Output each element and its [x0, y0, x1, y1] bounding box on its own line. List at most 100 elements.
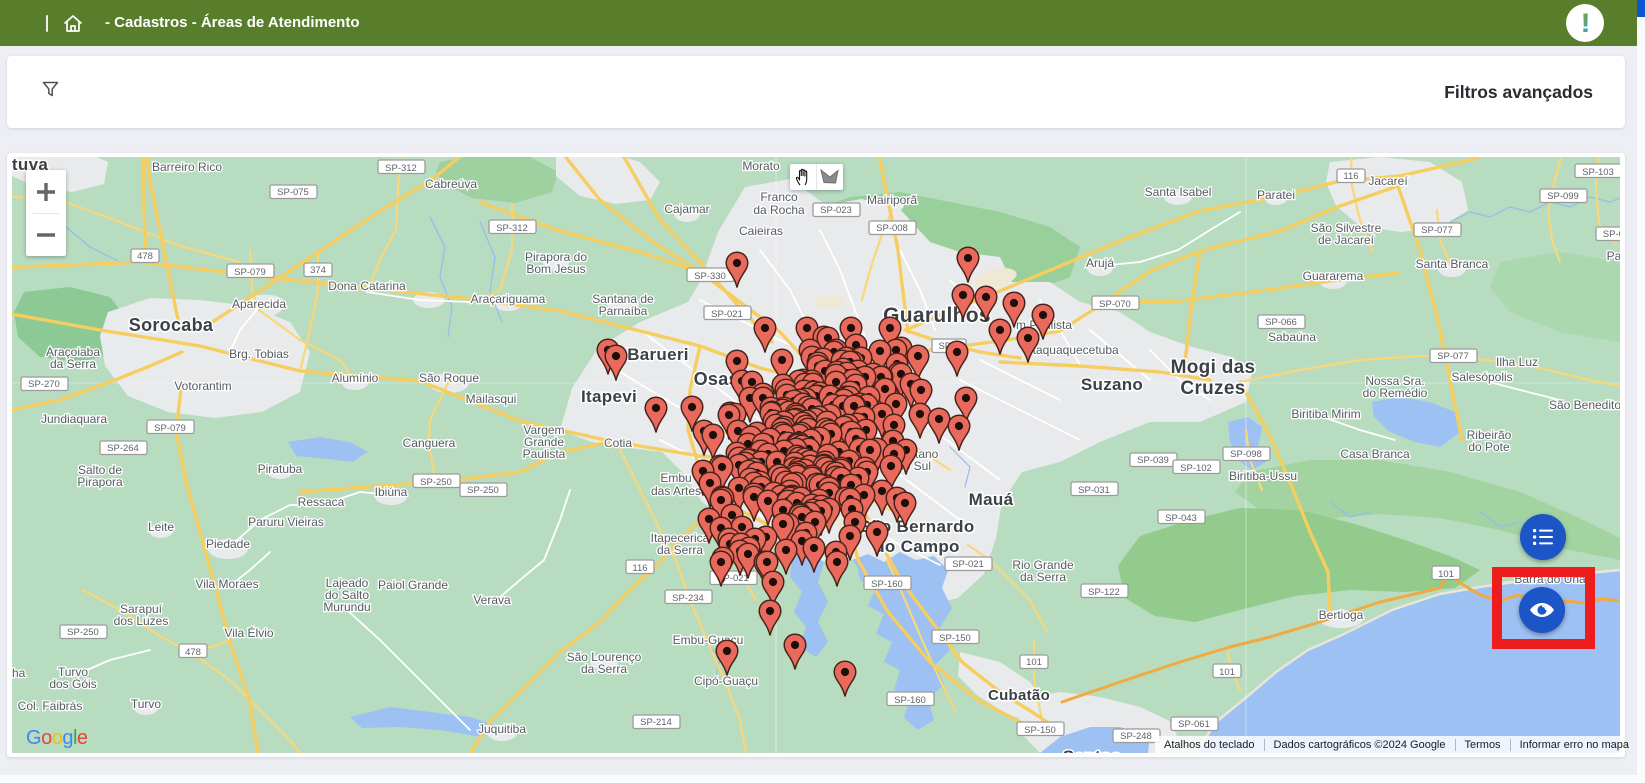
svg-text:Par: Par [1607, 249, 1620, 263]
svg-text:SP-214: SP-214 [640, 717, 672, 728]
svg-text:Turvo: Turvo [131, 697, 162, 711]
svg-text:Vila Élvio: Vila Élvio [224, 625, 273, 640]
svg-text:Bertioga: Bertioga [1319, 608, 1364, 622]
svg-text:Itapevi: Itapevi [581, 387, 637, 406]
svg-text:São Benedito: São Benedito [1549, 398, 1620, 412]
svg-text:Dona Catarina: Dona Catarina [328, 279, 406, 293]
svg-text:Mairiporã: Mairiporã [867, 193, 917, 207]
svg-text:Salesópolis: Salesópolis [1451, 370, 1512, 384]
svg-text:SP-312: SP-312 [496, 223, 528, 234]
svg-text:SP-150: SP-150 [1024, 725, 1056, 736]
svg-text:Cubatão: Cubatão [988, 687, 1050, 704]
svg-text:SP-248: SP-248 [1120, 731, 1152, 742]
svg-text:SP-150: SP-150 [939, 633, 971, 644]
svg-text:Murundu: Murundu [323, 600, 370, 614]
svg-text:Sorocaba: Sorocaba [129, 315, 214, 335]
svg-text:SP-066: SP-066 [1265, 317, 1297, 328]
svg-text:SP-008: SP-008 [876, 223, 908, 234]
svg-text:SP-075: SP-075 [277, 187, 309, 198]
svg-text:Morato: Morato [742, 159, 780, 173]
svg-text:da Serra: da Serra [50, 357, 96, 371]
svg-text:Pirapora: Pirapora [77, 475, 123, 489]
svg-text:SP-061: SP-061 [1178, 719, 1210, 730]
svg-text:SP-077: SP-077 [1437, 351, 1469, 362]
svg-text:Arujá: Arujá [1086, 256, 1114, 270]
svg-text:Caieiras: Caieiras [739, 224, 783, 238]
svg-text:Biritiba Mirim: Biritiba Mirim [1291, 407, 1360, 421]
svg-text:Paratei: Paratei [1257, 188, 1295, 202]
svg-text:Araçariguama: Araçariguama [471, 292, 546, 306]
svg-text:do Pote: do Pote [1468, 440, 1510, 454]
svg-text:Itaquaquecetuba: Itaquaquecetuba [1029, 343, 1119, 357]
svg-text:SP-021: SP-021 [711, 309, 743, 320]
svg-text:SP-079: SP-079 [234, 267, 266, 278]
svg-text:SP-031: SP-031 [1078, 485, 1110, 496]
svg-text:116: 116 [1343, 171, 1358, 182]
svg-text:SP-098: SP-098 [1230, 449, 1262, 460]
svg-text:SP-160: SP-160 [894, 695, 926, 706]
svg-text:de Jacareí: de Jacareí [1318, 233, 1375, 247]
svg-text:116: 116 [632, 563, 647, 574]
svg-text:Aparecida: Aparecida [232, 297, 286, 311]
svg-text:SP-070: SP-070 [1099, 299, 1131, 310]
svg-text:Cabreúva: Cabreúva [425, 177, 477, 191]
svg-text:São Roque: São Roque [419, 371, 479, 385]
svg-text:Cruzes: Cruzes [1180, 378, 1245, 399]
svg-text:das Artes: das Artes [651, 484, 701, 498]
svg-text:374: 374 [310, 265, 326, 276]
svg-text:Suzano: Suzano [1081, 375, 1143, 394]
svg-text:SP-122: SP-122 [1088, 587, 1120, 598]
svg-text:SP-270: SP-270 [28, 379, 60, 390]
svg-text:Brg. Tobias: Brg. Tobias [229, 347, 289, 361]
svg-text:Paiol Grande: Paiol Grande [378, 578, 448, 592]
svg-text:Franco: Franco [760, 190, 798, 204]
svg-text:Piratuba: Piratuba [258, 462, 303, 476]
svg-text:da Serra: da Serra [1020, 570, 1066, 584]
svg-text:Santa Isabel: Santa Isabel [1145, 185, 1212, 199]
svg-text:478: 478 [137, 251, 153, 262]
svg-text:Parnaíba: Parnaíba [599, 304, 648, 318]
svg-text:SP-023: SP-023 [820, 205, 852, 216]
svg-text:do Remédio: do Remédio [1363, 386, 1428, 400]
svg-text:SP-250: SP-250 [420, 477, 452, 488]
svg-text:Cotia: Cotia [604, 436, 632, 450]
svg-text:101: 101 [1438, 569, 1454, 580]
svg-text:Jacareí: Jacareí [1368, 174, 1408, 188]
svg-text:101: 101 [1219, 667, 1235, 678]
svg-text:Cajamar: Cajamar [664, 202, 709, 216]
svg-text:SP-250: SP-250 [467, 485, 499, 496]
svg-text:Casa Branca: Casa Branca [1340, 447, 1410, 461]
svg-text:SP-234: SP-234 [672, 593, 704, 604]
svg-text:Jundiaquara: Jundiaquara [41, 412, 107, 426]
svg-text:SP-312: SP-312 [385, 163, 417, 174]
svg-text:Ibiúna: Ibiúna [375, 485, 408, 499]
svg-text:Col. Faibrás: Col. Faibrás [18, 699, 83, 713]
svg-text:Ilha Luz: Ilha Luz [1496, 355, 1538, 369]
svg-text:SP-160: SP-160 [871, 579, 903, 590]
svg-text:Santos: Santos [1063, 747, 1121, 753]
svg-text:da Rocha: da Rocha [753, 203, 805, 217]
svg-text:SP-043: SP-043 [1165, 513, 1197, 524]
svg-text:SP-021: SP-021 [952, 559, 984, 570]
svg-text:Votorantim: Votorantim [174, 379, 231, 393]
svg-text:Ressaca: Ressaca [298, 495, 345, 509]
svg-text:Vila Moraes: Vila Moraes [195, 577, 258, 591]
svg-text:SP-102: SP-102 [1180, 463, 1212, 474]
svg-text:Mogi das: Mogi das [1171, 357, 1256, 378]
svg-text:Cipó-Guaçu: Cipó-Guaçu [694, 674, 758, 688]
svg-text:SP-099: SP-099 [1547, 191, 1579, 202]
svg-text:SP-264: SP-264 [107, 443, 139, 454]
svg-text:SP-039: SP-039 [1137, 455, 1169, 466]
svg-text:da Serra: da Serra [581, 662, 627, 676]
svg-text:Canguera: Canguera [403, 436, 456, 450]
svg-text:Juquitiba: Juquitiba [478, 722, 526, 736]
svg-text:Sabaúna: Sabaúna [1268, 330, 1316, 344]
svg-text:Mailasqui: Mailasqui [466, 392, 517, 406]
svg-text:da Serra: da Serra [657, 543, 703, 557]
svg-text:Paruru Vieiras: Paruru Vieiras [248, 515, 324, 529]
svg-text:dos Luzes: dos Luzes [114, 614, 169, 628]
svg-text:Biritiba-Ussu: Biritiba-Ussu [1229, 469, 1297, 483]
svg-text:do Campo: do Campo [874, 537, 960, 556]
svg-text:Mauá: Mauá [969, 490, 1014, 509]
svg-text:Piedade: Piedade [206, 537, 250, 551]
